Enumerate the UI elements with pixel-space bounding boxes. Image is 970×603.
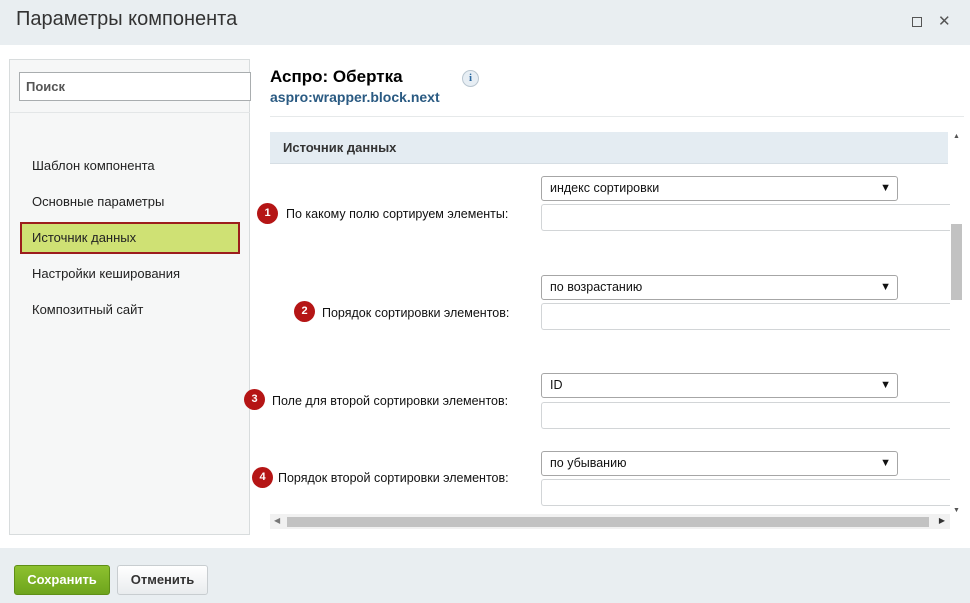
sidebar-item-data-source[interactable]: Источник данных [20, 222, 240, 254]
sidebar-item-basic-params[interactable]: Основные параметры [20, 187, 240, 219]
horizontal-scrollbar[interactable]: ◀ ▶ [270, 514, 950, 529]
dialog-body: Шаблон компонента Основные параметры Ист… [0, 45, 970, 548]
chevron-down-icon: ▼ [880, 457, 891, 469]
second-sort-order-select[interactable]: по убыванию ▼ [541, 451, 898, 476]
sort-order-text-input[interactable] [541, 303, 950, 330]
sort-field-value: индекс сортировки [550, 181, 660, 195]
chevron-down-icon: ▼ [880, 281, 891, 293]
close-icon[interactable]: ✕ [938, 12, 951, 30]
step-badge-1: 1 [257, 203, 278, 224]
window-titlebar: Параметры компонента ✕ [0, 0, 970, 45]
step-badge-3: 3 [244, 389, 265, 410]
save-button[interactable]: Сохранить [14, 565, 110, 595]
step-badge-4: 4 [252, 467, 273, 488]
horizontal-scroll-thumb[interactable] [287, 517, 929, 527]
second-sort-order-text-input[interactable] [541, 479, 950, 506]
sidebar-divider [10, 112, 250, 113]
sidebar-item-caching[interactable]: Настройки кеширования [20, 259, 240, 291]
search-input[interactable] [19, 72, 251, 101]
sort-field-select[interactable]: индекс сортировки ▼ [541, 176, 898, 201]
cancel-button[interactable]: Отменить [117, 565, 208, 595]
param-label-second-sort-order: Порядок второй сортировки элементов: [278, 471, 509, 485]
scroll-up-icon[interactable]: ▲ [953, 133, 960, 140]
dialog-footer: Сохранить Отменить [0, 548, 970, 603]
step-badge-2: 2 [294, 301, 315, 322]
chevron-down-icon: ▼ [880, 379, 891, 391]
sort-field-text-input[interactable] [541, 204, 950, 231]
sidebar-item-template[interactable]: Шаблон компонента [20, 151, 240, 183]
sort-order-select[interactable]: по возрастанию ▼ [541, 275, 898, 300]
sidebar-item-composite[interactable]: Композитный сайт [20, 295, 240, 327]
sort-order-value: по возрастанию [550, 280, 643, 294]
second-sort-field-text-input[interactable] [541, 402, 950, 429]
param-label-second-sort-field: Поле для второй сортировки элементов: [272, 394, 509, 408]
info-icon[interactable]: i [462, 70, 479, 87]
second-sort-field-value: ID [550, 378, 563, 392]
vertical-scrollbar[interactable]: ▲ ▼ [950, 132, 964, 514]
scroll-left-icon[interactable]: ◀ [274, 516, 280, 525]
window-title: Параметры компонента [16, 8, 238, 30]
section-header: Источник данных [270, 132, 948, 164]
component-title: Аспро: Обертка [270, 67, 403, 86]
sidebar: Шаблон компонента Основные параметры Ист… [9, 59, 251, 535]
header-divider [270, 116, 964, 117]
vertical-scroll-thumb[interactable] [951, 224, 962, 300]
param-label-sort-field: По какому полю сортируем элементы: [286, 207, 509, 221]
component-code: aspro:wrapper.block.next [270, 89, 440, 105]
second-sort-order-value: по убыванию [550, 456, 627, 470]
second-sort-field-select[interactable]: ID ▼ [541, 373, 898, 398]
chevron-down-icon: ▼ [880, 182, 891, 194]
param-label-sort-order: Порядок сортировки элементов: [322, 306, 510, 320]
maximize-icon[interactable] [912, 17, 922, 27]
scroll-right-icon[interactable]: ▶ [939, 516, 945, 525]
scroll-down-icon[interactable]: ▼ [953, 507, 960, 514]
main-content: Аспро: Обертка i aspro:wrapper.block.nex… [244, 45, 970, 548]
